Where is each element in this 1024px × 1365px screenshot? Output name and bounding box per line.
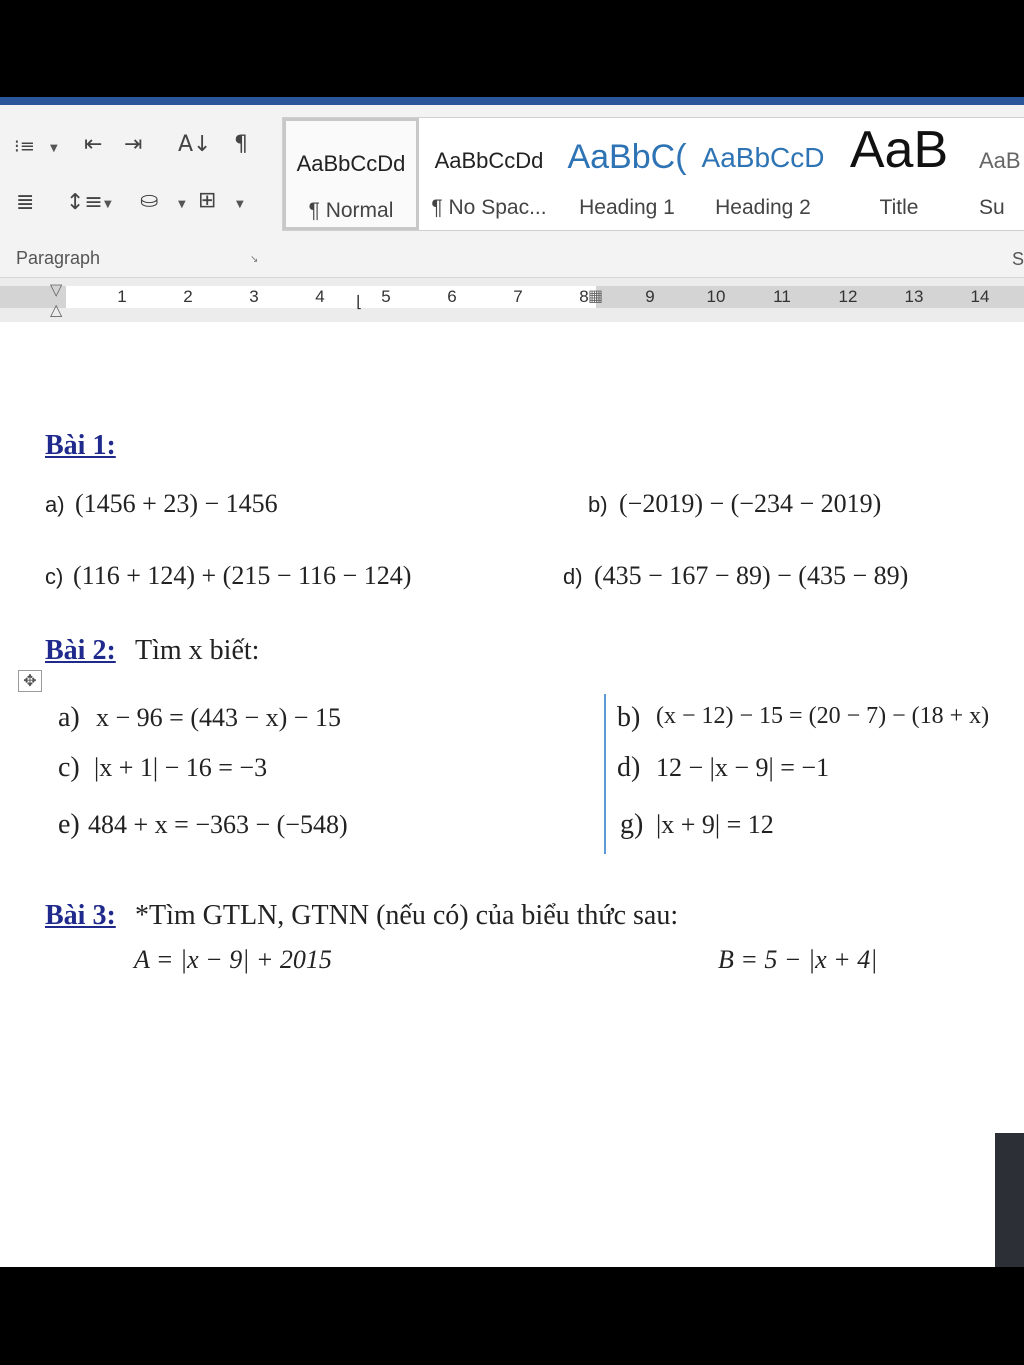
style-preview: AaBbCcDd: [434, 148, 544, 173]
increase-indent-icon[interactable]: ⇥: [124, 133, 142, 157]
line-spacing-icon[interactable]: ↕≡: [66, 191, 103, 215]
math-expression: (435 − 167 − 89) − (435 − 89): [594, 561, 909, 590]
math-expression: 484 + x = −363 − (−548): [88, 810, 348, 839]
table-move-handle-icon[interactable]: ✥: [18, 670, 42, 692]
math-expression: |x + 9| = 12: [656, 810, 774, 839]
style-heading-1[interactable]: AaBbC( Heading 1: [559, 118, 695, 230]
table-column-border: [604, 694, 606, 854]
ruler-number: 2: [183, 287, 193, 306]
ruler-number: 9: [645, 287, 655, 306]
bai1-heading: Bài 1:: [45, 430, 116, 461]
math-expression: |x + 1| − 16 = −3: [94, 753, 268, 782]
top-black-bar: [0, 0, 1024, 97]
side-panel-edge: [995, 1133, 1024, 1267]
style-preview: AaBbC(: [567, 138, 687, 176]
ruler-number: 6: [447, 287, 457, 306]
style-preview: AaBbCcD: [701, 142, 825, 173]
bottom-black-bar: [0, 1267, 1024, 1365]
math-expression: x − 96 = (443 − x) − 15: [96, 703, 341, 732]
item-label: b): [617, 702, 641, 733]
chevron-down-icon[interactable]: ▼: [50, 143, 58, 154]
tab-stop-marker[interactable]: ⌊: [356, 292, 362, 311]
style-no-spacing[interactable]: AaBbCcDd ¶ No Spac...: [421, 118, 557, 230]
ruler-number: 1: [117, 287, 127, 306]
bai2-subtitle: Tìm x biết:: [135, 635, 260, 666]
math-expression: (116 + 124) + (215 − 116 − 124): [73, 561, 412, 590]
ruler-number: 7: [513, 287, 523, 306]
style-name: ¶ Normal: [308, 199, 394, 222]
ruler-number: 10: [706, 287, 726, 306]
ruler-number: 4: [315, 287, 325, 306]
ruler-number: 5: [381, 287, 391, 306]
hanging-indent-marker[interactable]: △: [50, 300, 62, 319]
justify-icon[interactable]: ≣: [16, 191, 34, 215]
item-label: d): [563, 564, 583, 589]
chevron-down-icon[interactable]: ▼: [178, 199, 186, 210]
style-normal[interactable]: AaBbCcDd ¶ Normal: [283, 118, 419, 230]
math-expression: (x − 12) − 15 = (20 − 7) − (18 + x): [656, 703, 990, 729]
item-label: c): [58, 752, 80, 783]
sort-icon[interactable]: A↓: [178, 133, 211, 157]
style-preview: AaBbCcDd: [296, 151, 406, 176]
math-expression: 12 − |x − 9| = −1: [656, 753, 830, 782]
style-name: ¶ No Spac...: [431, 196, 547, 219]
style-name: Heading 2: [715, 196, 811, 219]
math-expression: (−2019) − (−234 − 2019): [619, 489, 882, 518]
math-expression: A = |x − 9| + 2015: [134, 945, 332, 974]
style-title[interactable]: AaB Title: [831, 118, 967, 230]
style-preview: AaB: [849, 121, 949, 179]
item-label: a): [45, 492, 65, 517]
pilcrow-icon[interactable]: ¶: [234, 133, 248, 157]
item-label: e): [58, 809, 80, 840]
ribbon: ⁝≡ ▼ ⇤ ⇥ A↓ ¶ ≣ ↕≡ ▼ ⛀ ▼ ⊞ ▼ AaBbCcDd ¶ …: [0, 105, 1024, 278]
ruler-number: 12: [838, 287, 858, 306]
right-indent-marker[interactable]: ▦: [588, 286, 603, 305]
paragraph-group-label: Paragraph: [16, 248, 101, 268]
bai2-heading: Bài 2:: [45, 635, 116, 666]
item-label: g): [620, 809, 644, 840]
chevron-down-icon[interactable]: ▼: [104, 199, 112, 210]
item-label: c): [45, 564, 64, 589]
bai3-heading: Bài 3:: [45, 900, 116, 931]
style-name: Su: [979, 196, 1005, 219]
chevron-down-icon[interactable]: ▼: [236, 199, 244, 210]
style-subtitle[interactable]: AaB Su: [967, 118, 1024, 230]
ruler-right-margin: [596, 286, 1024, 308]
title-bar-strip: [0, 97, 1024, 105]
bai3-subtitle: *Tìm GTLN, GTNN (nếu có) của biểu thức s…: [135, 900, 679, 931]
decrease-indent-icon[interactable]: ⇤: [84, 133, 102, 157]
dialog-launcher-icon[interactable]: ↘: [250, 254, 258, 265]
ruler-number: 14: [970, 287, 990, 306]
style-name: Title: [879, 196, 919, 219]
item-label: a): [58, 702, 80, 733]
ruler-number: 8: [579, 287, 589, 306]
style-name: Heading 1: [579, 196, 675, 219]
math-expression: B = 5 − |x + 4|: [718, 945, 878, 974]
math-expression: (1456 + 23) − 1456: [75, 489, 278, 518]
style-heading-2[interactable]: AaBbCcD Heading 2: [695, 118, 831, 230]
ruler-number: 11: [773, 287, 791, 306]
styles-group-label: S: [1012, 249, 1024, 269]
item-label: b): [588, 492, 608, 517]
styles-gallery: AaBbCcDd ¶ Normal AaBbCcDd ¶ No Spac... …: [282, 117, 1024, 231]
first-line-indent-marker[interactable]: ▽: [50, 280, 62, 299]
multilevel-list-icon[interactable]: ⁝≡: [14, 135, 35, 159]
horizontal-ruler[interactable]: ▽ △ ▦ ⌊ 1 2 3 4 5 6 7 8 9 10 11 12 13 14: [0, 278, 1024, 322]
ruler-number: 3: [249, 287, 259, 306]
ruler-number: 13: [904, 287, 924, 306]
borders-icon[interactable]: ⊞: [198, 189, 216, 213]
shading-icon[interactable]: ⛀: [140, 189, 158, 213]
style-preview: AaB: [979, 148, 1021, 173]
item-label: d): [617, 752, 641, 783]
document-page[interactable]: Bài 1: a) (1456 + 23) − 1456 b) (−2019) …: [0, 322, 1024, 1267]
